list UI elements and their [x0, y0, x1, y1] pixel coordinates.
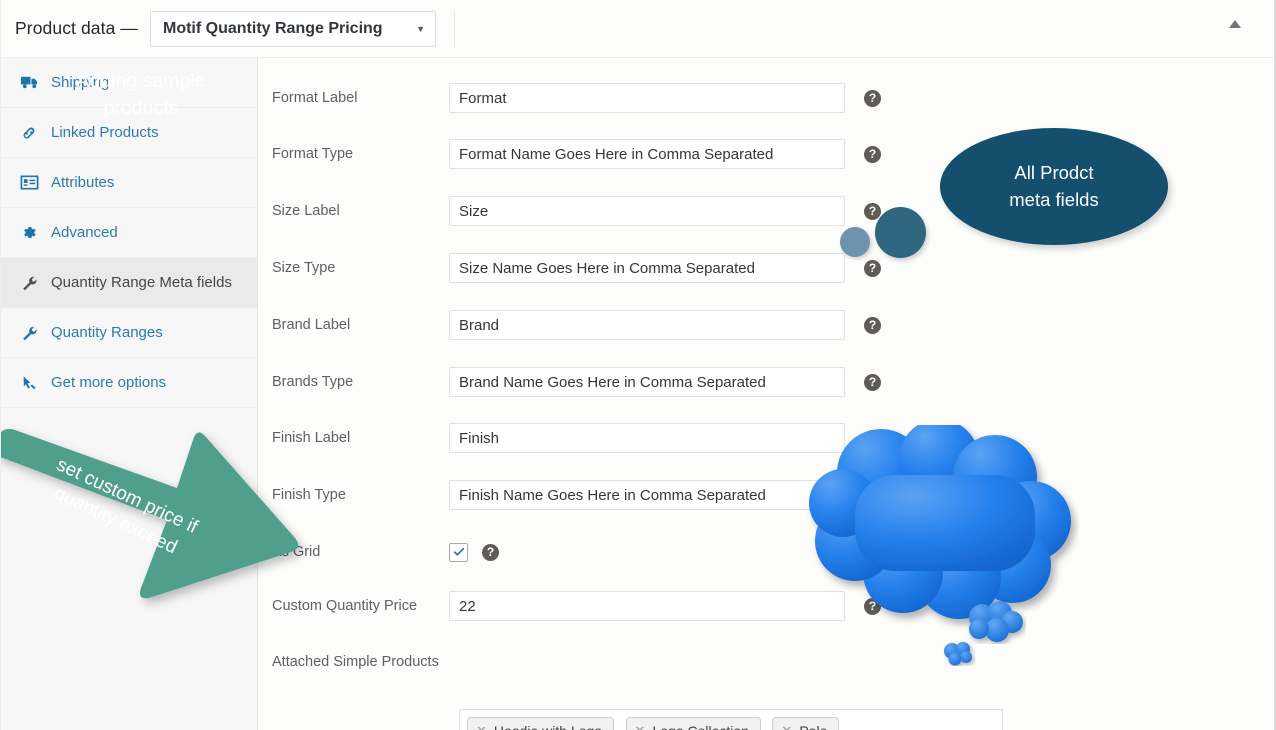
sidebar-item-linked-products[interactable]: Linked Products: [1, 108, 257, 158]
annotation-ellipse-tail-large: [875, 207, 926, 258]
sidebar-item-label: Advanced: [51, 224, 118, 241]
question-mark-icon[interactable]: ?: [864, 373, 881, 391]
finish-type-input[interactable]: Finish Name Goes Here in Comma Separated: [449, 480, 845, 510]
chevron-down-icon: ▼: [416, 23, 425, 34]
finish-label-input[interactable]: Finish: [449, 423, 845, 453]
sidebar-item-quantity-range-meta-fields[interactable]: Quantity Range Meta fields: [1, 258, 257, 308]
product-tag-label: Hoodie with Logo: [494, 723, 602, 730]
close-icon[interactable]: ✕: [476, 723, 487, 730]
annotation-cloud-puff-medium: [969, 601, 1023, 642]
check-icon: [453, 547, 464, 556]
brands-type-input[interactable]: Brand Name Goes Here in Comma Separated: [449, 367, 845, 397]
page-title: Product data —: [15, 18, 138, 38]
sidebar-item-advanced[interactable]: Advanced: [1, 208, 257, 258]
field-label: Size Label: [272, 203, 340, 219]
sidebar-item-get-more-options[interactable]: Get more options: [1, 358, 257, 408]
sidebar-item-label: Quantity Range Meta fields: [51, 274, 232, 291]
custom-quantity-price-input[interactable]: 22: [449, 591, 845, 621]
size-type-input[interactable]: Size Name Goes Here in Comma Separated: [449, 253, 845, 283]
cursor-click-icon: [18, 373, 40, 393]
question-mark-icon[interactable]: ?: [864, 259, 881, 277]
field-label: Brand Label: [272, 317, 351, 333]
as-grid-checkbox[interactable]: [449, 542, 468, 562]
sidebar-item-label: Linked Products: [51, 124, 159, 141]
field-label: Brands Type: [272, 374, 354, 390]
header-divider: [454, 10, 455, 47]
form-row-brand-label: Brand Label Brand ?: [259, 310, 1274, 340]
product-type-value: Motif Quantity Range Pricing: [163, 19, 383, 37]
product-tag[interactable]: ✕ Logo Collection: [625, 717, 761, 730]
wrench-icon: [18, 273, 40, 293]
form-row-size-type: Size Type Size Name Goes Here in Comma S…: [259, 253, 1274, 283]
sidebar-item-attributes[interactable]: Attributes: [1, 158, 257, 208]
annotation-cloud-adding-sample-products: [809, 425, 1071, 619]
collapse-panel-toggle[interactable]: [1227, 17, 1243, 31]
close-icon[interactable]: ✕: [781, 723, 792, 730]
question-mark-icon[interactable]: ?: [864, 202, 881, 220]
panel-header: Product data — Motif Quantity Range Pric…: [1, 0, 1274, 58]
truck-icon: [18, 73, 40, 93]
question-mark-icon[interactable]: ?: [864, 89, 881, 107]
form-row-finish-type: Finish Type Finish Name Goes Here in Com…: [259, 480, 1274, 510]
form-row-as-grid: As Grid ?: [259, 538, 1274, 566]
product-type-select[interactable]: Motif Quantity Range Pricing ▼: [150, 10, 436, 47]
product-tag[interactable]: ✕ Polo: [772, 717, 840, 730]
annotation-ellipse-line2: meta fields: [1009, 188, 1099, 210]
field-label: Attached Simple Products: [272, 654, 439, 670]
field-label: Format Type: [272, 146, 354, 162]
annotation-ellipse-line1: All Prodct: [1014, 161, 1094, 183]
field-label: Format Label: [272, 90, 358, 106]
form-row-attached-simple-products: Attached Simple Products: [259, 648, 1274, 676]
link-icon: [18, 123, 40, 143]
question-mark-icon[interactable]: ?: [864, 145, 881, 163]
form-row-brands-type: Brands Type Brand Name Goes Here in Comm…: [259, 367, 1274, 397]
sidebar-item-label: Quantity Ranges: [51, 324, 163, 341]
sidebar-item-label: Get more options: [51, 374, 167, 391]
form-row-custom-quantity-price: Custom Quantity Price 22 ?: [259, 591, 1274, 621]
chevron-up-icon: [1229, 20, 1241, 28]
wrench-icon: [18, 323, 40, 343]
id-card-icon: [18, 173, 40, 193]
question-mark-icon[interactable]: ?: [482, 543, 499, 561]
product-data-tabs-sidebar: Shipping Linked Products Attributes Adva…: [1, 58, 258, 730]
gear-icon: [18, 223, 40, 243]
sidebar-item-shipping[interactable]: Shipping: [1, 58, 257, 108]
question-mark-icon[interactable]: ?: [864, 316, 881, 334]
attached-simple-products-multiselect[interactable]: ✕ Hoodie with Logo ✕ Logo Collection ✕ P…: [459, 709, 1003, 730]
product-tag-label: Polo: [799, 723, 827, 730]
close-icon[interactable]: ✕: [635, 723, 646, 730]
sidebar-item-label: Shipping: [51, 74, 110, 91]
annotation-ellipse-tail-small: [840, 227, 870, 257]
form-row-finish-label: Finish Label Finish ?: [259, 423, 1274, 453]
annotation-ellipse-all-product-meta-fields: All Prodct meta fields: [940, 128, 1168, 245]
product-tag-label: Logo Collection: [652, 723, 749, 730]
field-label: Size Type: [272, 260, 336, 276]
format-type-input[interactable]: Format Name Goes Here in Comma Separated: [449, 139, 845, 169]
size-label-input[interactable]: Size: [449, 196, 845, 226]
annotation-arrow-custom-price: [1, 428, 299, 599]
product-tag[interactable]: ✕ Hoodie with Logo: [467, 717, 615, 730]
sidebar-item-quantity-ranges[interactable]: Quantity Ranges: [1, 308, 257, 358]
product-data-panel: Product data — Motif Quantity Range Pric…: [0, 0, 1276, 730]
format-label-input[interactable]: Format: [449, 83, 845, 113]
sidebar-item-label: Attributes: [51, 174, 115, 191]
form-row-format-label: Format Label Format ?: [259, 83, 1274, 113]
brand-label-input[interactable]: Brand: [449, 310, 845, 340]
